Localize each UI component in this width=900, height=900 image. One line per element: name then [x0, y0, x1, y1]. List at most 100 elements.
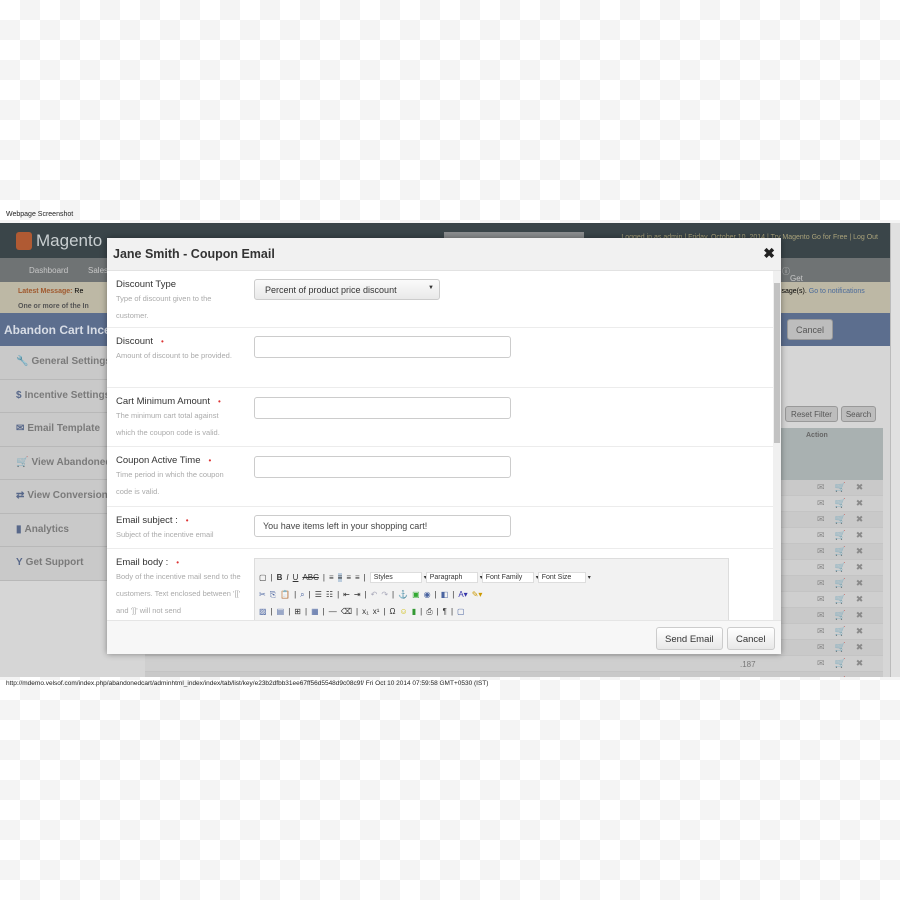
insert-row-icon[interactable]: ⊞: [294, 607, 301, 616]
cart-icon[interactable]: 🛒: [835, 514, 856, 524]
email-icon[interactable]: ✉: [817, 514, 835, 524]
email-subject-input[interactable]: You have items left in your shopping car…: [254, 515, 511, 537]
font-size-dropdown[interactable]: Font Size: [537, 572, 591, 583]
email-icon[interactable]: ✉: [817, 578, 835, 588]
discount-input[interactable]: [254, 336, 511, 358]
table-row[interactable]: Mickey Watzmickey@example.com$185.00Apr …: [145, 672, 883, 677]
print-icon[interactable]: ⎙: [426, 607, 432, 617]
fullscreen-icon[interactable]: ▢: [457, 607, 465, 616]
cart-icon[interactable]: 🛒: [835, 482, 856, 492]
bullet-list-icon[interactable]: ☰: [315, 590, 322, 599]
delete-icon[interactable]: ✖: [856, 642, 874, 652]
cart-icon[interactable]: 🛒: [835, 610, 856, 620]
delete-icon[interactable]: ✖: [856, 610, 874, 620]
undo-icon[interactable]: ↶: [371, 590, 378, 599]
paste-icon[interactable]: 📋: [280, 590, 290, 599]
email-icon[interactable]: ✉: [817, 498, 835, 508]
delete-icon[interactable]: ✖: [856, 482, 874, 492]
html-icon[interactable]: ◉: [424, 590, 431, 599]
font-family-dropdown[interactable]: Font Family: [481, 572, 539, 583]
new-document-icon[interactable]: ▢: [259, 573, 267, 582]
email-icon[interactable]: ✉: [817, 610, 835, 620]
table-icon[interactable]: ▤: [277, 607, 285, 616]
delete-icon[interactable]: ✖: [856, 562, 874, 572]
cart-icon[interactable]: 🛒: [835, 658, 856, 668]
email-icon[interactable]: ✉: [817, 530, 835, 540]
email-icon[interactable]: ✉: [817, 626, 835, 636]
numbered-list-icon[interactable]: ☷: [326, 590, 333, 599]
cart-icon[interactable]: 🛒: [835, 676, 856, 677]
cart-icon[interactable]: 🛒: [835, 642, 856, 652]
nav-sales[interactable]: Sales: [88, 266, 108, 275]
delete-icon[interactable]: ✖: [856, 546, 874, 556]
delete-icon[interactable]: ✖: [856, 658, 874, 668]
superscript-icon[interactable]: x¹: [373, 607, 380, 616]
emoticon-icon[interactable]: ☺: [400, 607, 408, 616]
find-icon[interactable]: ⌕: [300, 590, 304, 600]
paragraph-dropdown[interactable]: Paragraph: [425, 572, 483, 583]
preview-icon[interactable]: ◧: [441, 590, 449, 599]
underline-icon[interactable]: U: [293, 573, 299, 582]
email-icon[interactable]: ✉: [817, 562, 835, 572]
cart-icon[interactable]: 🛒: [835, 498, 856, 508]
send-email-button[interactable]: Send Email: [656, 627, 723, 650]
email-icon[interactable]: ✉: [817, 676, 835, 677]
merge-icon[interactable]: ▦: [311, 607, 319, 616]
sidebar-item[interactable]: 🛒 View Abandoned: [0, 446, 111, 480]
reset-filter-button[interactable]: Reset Filter: [785, 406, 838, 422]
copy-icon[interactable]: ⎘: [270, 590, 276, 600]
sidebar-item[interactable]: 🔧 General Settings: [0, 346, 111, 380]
cancel-button[interactable]: Cancel: [727, 627, 775, 650]
cart-icon[interactable]: 🛒: [835, 562, 856, 572]
email-icon[interactable]: ✉: [817, 658, 835, 668]
coupon-active-time-input[interactable]: [254, 456, 511, 478]
sidebar-item[interactable]: ▮ Analytics: [0, 513, 107, 547]
delete-icon[interactable]: ✖: [856, 594, 874, 604]
email-icon[interactable]: ✉: [817, 594, 835, 604]
scroll-thumb[interactable]: [774, 283, 780, 443]
bg-cancel-button[interactable]: Cancel: [787, 319, 833, 340]
align-right-icon[interactable]: ≡: [346, 573, 351, 582]
table-row[interactable]: .187 ✉🛒✖: [145, 656, 883, 672]
ltr-icon[interactable]: ¶: [443, 607, 447, 616]
email-icon[interactable]: ✉: [817, 546, 835, 556]
justify-icon[interactable]: ≡: [355, 573, 360, 582]
horizontal-rule-icon[interactable]: —: [329, 607, 337, 616]
italic-icon[interactable]: I: [286, 573, 288, 582]
go-notifications-link[interactable]: Go to notifications: [809, 288, 865, 295]
sidebar-item[interactable]: ✉ Email Template: [0, 413, 107, 447]
email-icon[interactable]: ✉: [817, 482, 835, 492]
delete-icon[interactable]: ✖: [856, 530, 874, 540]
delete-icon[interactable]: ✖: [856, 514, 874, 524]
indent-icon[interactable]: ⇥: [354, 590, 361, 599]
outdent-icon[interactable]: ⇤: [343, 590, 350, 599]
cut-icon[interactable]: ✂: [259, 590, 266, 599]
delete-icon[interactable]: ✖: [856, 578, 874, 588]
align-left-icon[interactable]: ≡: [329, 573, 334, 582]
delete-icon[interactable]: ✖: [856, 626, 874, 636]
special-char-icon[interactable]: Ω: [390, 607, 396, 616]
subscript-icon[interactable]: x₁: [362, 607, 369, 616]
media-icon[interactable]: ▮: [412, 607, 416, 616]
cart-icon[interactable]: 🛒: [835, 578, 856, 588]
cart-icon[interactable]: 🛒: [835, 530, 856, 540]
delete-icon[interactable]: ✖: [856, 498, 874, 508]
delete-icon[interactable]: ✖: [856, 676, 874, 677]
eraser-icon[interactable]: ⌫: [341, 607, 352, 616]
page-scrollbar[interactable]: [890, 223, 900, 677]
search-button[interactable]: Search: [841, 406, 876, 422]
cart-icon[interactable]: 🛒: [835, 626, 856, 636]
discount-type-select[interactable]: Percent of product price discount ▼: [254, 279, 440, 300]
help-link[interactable]: ⓘ Get help for this page: [782, 266, 808, 319]
image-icon[interactable]: ▣: [412, 590, 420, 599]
sidebar-item[interactable]: ⇄ View Conversion: [0, 480, 108, 514]
sidebar-item[interactable]: $ Incentive Settings: [0, 379, 110, 413]
close-icon[interactable]: ✖: [763, 245, 775, 262]
align-center-icon[interactable]: ≡: [337, 573, 343, 582]
redo-icon[interactable]: ↷: [381, 590, 388, 599]
cart-icon[interactable]: 🛒: [835, 546, 856, 556]
bold-icon[interactable]: B: [277, 573, 283, 582]
sidebar-item[interactable]: Y Get Support: [0, 547, 107, 581]
email-body-editor[interactable]: ▢|BIUABC|≡≡≡≡| Styles Paragraph Font Fam…: [254, 558, 729, 620]
edit-icon[interactable]: ▨: [259, 607, 267, 616]
